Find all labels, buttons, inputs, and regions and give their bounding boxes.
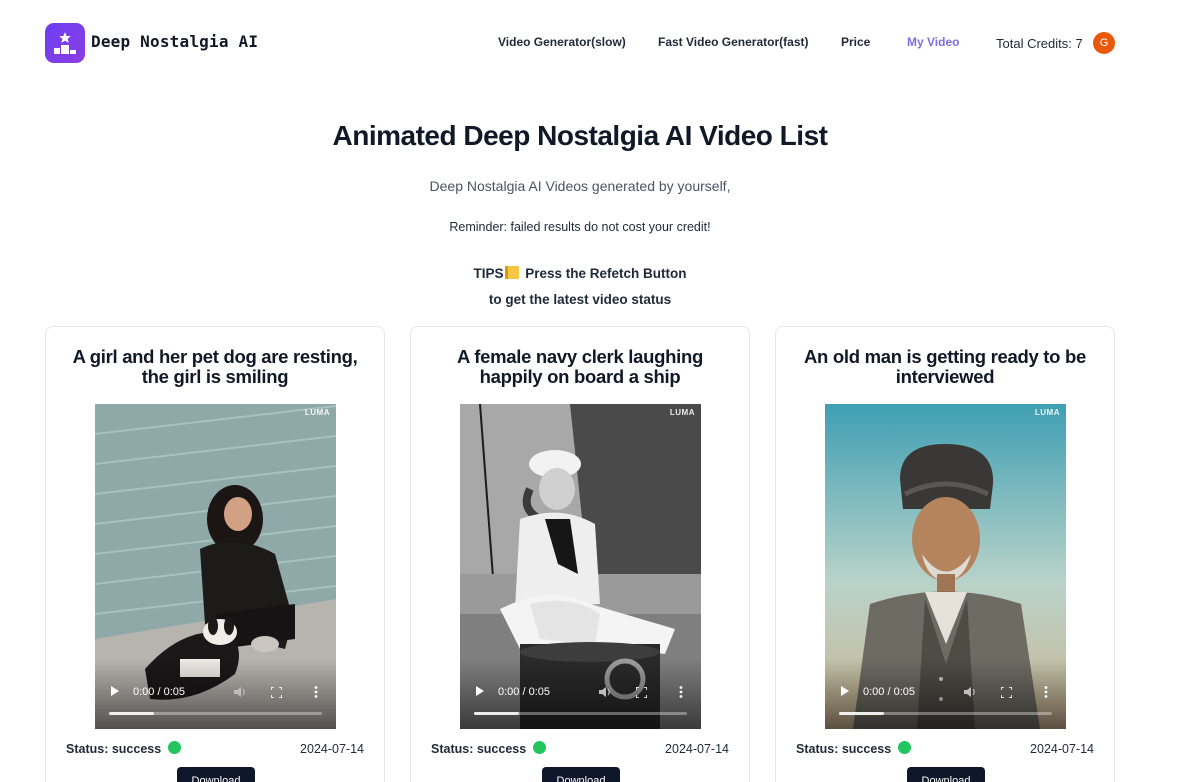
video-time: 0:00 / 0:05: [133, 686, 185, 698]
avatar[interactable]: G: [1093, 32, 1115, 54]
video-progress-fill: [109, 712, 154, 715]
video-player[interactable]: LUMA 0:00 / 0:05: [460, 404, 701, 729]
video-controls: [460, 659, 701, 729]
play-icon[interactable]: [111, 686, 119, 696]
video-time: 0:00 / 0:05: [498, 686, 550, 698]
tips-block: TIPS Press the Refetch Button to get the…: [0, 261, 1160, 313]
status-success-dot: [168, 741, 181, 754]
more-vertical-icon[interactable]: [1044, 686, 1048, 698]
more-vertical-icon[interactable]: [679, 686, 683, 698]
play-icon[interactable]: [841, 686, 849, 696]
more-vertical-icon[interactable]: [314, 686, 318, 698]
status-text: Status: success: [66, 742, 162, 756]
status-text: Status: success: [431, 742, 527, 756]
download-button[interactable]: Download: [907, 767, 985, 782]
video-player[interactable]: LUMA 0:00 / 0:05: [825, 404, 1066, 729]
luma-watermark: LUMA: [1034, 408, 1060, 417]
video-player[interactable]: LUMA 0:00 / 0:05: [95, 404, 336, 729]
nav-video-generator-slow[interactable]: Video Generator(slow): [498, 35, 626, 49]
video-date: 2024-07-14: [665, 742, 729, 756]
brand-name[interactable]: Deep Nostalgia AI: [91, 32, 258, 51]
fullscreen-icon[interactable]: [271, 687, 282, 698]
volume-icon[interactable]: [233, 685, 247, 699]
video-progress-fill: [474, 712, 519, 715]
video-card: A girl and her pet dog are resting, the …: [45, 326, 385, 782]
volume-icon[interactable]: [963, 685, 977, 699]
logo[interactable]: [45, 23, 85, 63]
video-progress-fill: [839, 712, 884, 715]
fullscreen-icon[interactable]: [1001, 687, 1012, 698]
video-title: An old man is getting ready to be interv…: [803, 346, 1087, 387]
video-controls: [95, 659, 336, 729]
video-time: 0:00 / 0:05: [863, 686, 915, 698]
status-text: Status: success: [796, 742, 892, 756]
tips-line-1: Press the Refetch Button: [525, 266, 687, 281]
page-subtitle: Deep Nostalgia AI Videos generated by yo…: [429, 178, 731, 194]
video-date: 2024-07-14: [1030, 742, 1094, 756]
download-button[interactable]: Download: [177, 767, 255, 782]
nav-fast-video-generator[interactable]: Fast Video Generator(fast): [658, 35, 808, 49]
play-icon[interactable]: [476, 686, 484, 696]
reminder-text: Reminder: failed results do not cost you…: [449, 220, 711, 234]
video-card: An old man is getting ready to be interv…: [775, 326, 1115, 782]
page-title: Animated Deep Nostalgia AI Video List: [332, 120, 828, 151]
nav-my-video[interactable]: My Video: [907, 35, 959, 49]
status-success-dot: [533, 741, 546, 754]
podium-star-icon: [54, 32, 76, 54]
tips-line-2: to get the latest video status: [488, 292, 672, 307]
video-progress-bar[interactable]: [839, 712, 1052, 715]
video-progress-bar[interactable]: [474, 712, 687, 715]
video-controls: [825, 659, 1066, 729]
download-button[interactable]: Download: [542, 767, 620, 782]
status-success-dot: [898, 741, 911, 754]
nav-price[interactable]: Price: [841, 35, 870, 49]
video-card: A female navy clerk laughing happily on …: [410, 326, 750, 782]
video-title: A female navy clerk laughing happily on …: [457, 346, 703, 387]
tips-label: TIPS: [473, 266, 504, 281]
luma-watermark: LUMA: [669, 408, 695, 417]
video-title: A girl and her pet dog are resting, the …: [72, 346, 358, 387]
video-progress-bar[interactable]: [109, 712, 322, 715]
video-date: 2024-07-14: [300, 742, 364, 756]
fullscreen-icon[interactable]: [636, 687, 647, 698]
total-credits: Total Credits: 7: [996, 36, 1083, 51]
notepad-emoji-icon: [505, 266, 520, 279]
volume-icon[interactable]: [598, 685, 612, 699]
luma-watermark: LUMA: [304, 408, 330, 417]
top-navbar: Deep Nostalgia AI Video Generator(slow) …: [0, 0, 1200, 86]
